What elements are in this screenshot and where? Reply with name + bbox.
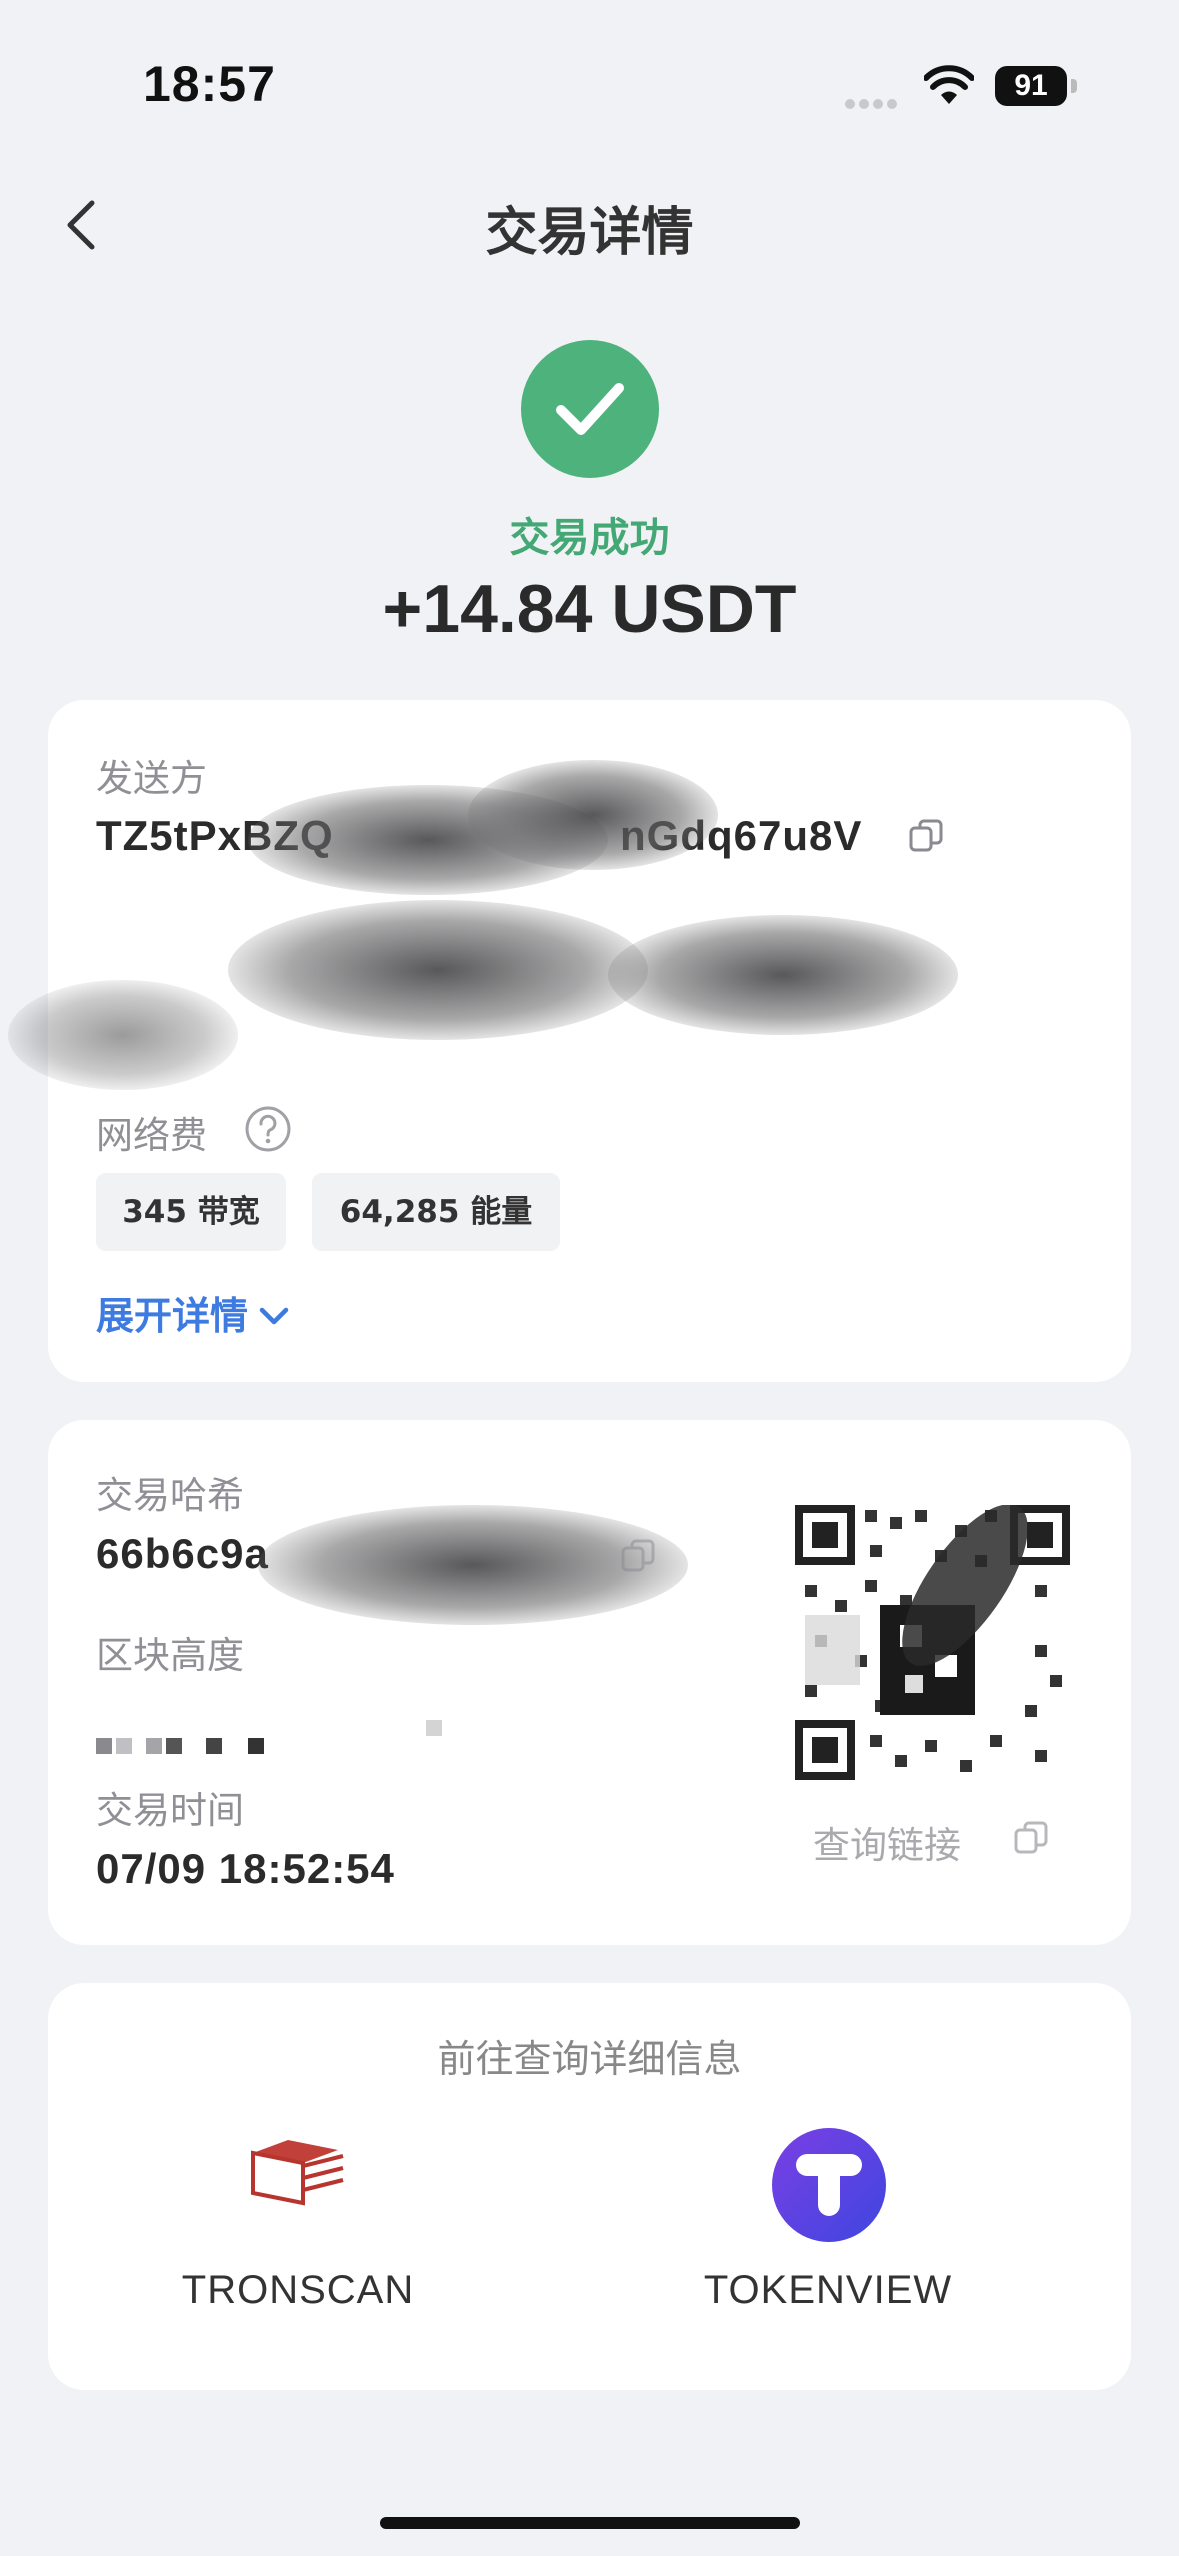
network-fee-label: 网络费 xyxy=(96,1114,207,1157)
explorer-section-title: 前往查询详细信息 xyxy=(437,2037,742,2081)
status-time: 18:57 xyxy=(143,56,276,112)
redaction-blur xyxy=(608,915,958,1035)
chevron-down-icon xyxy=(259,1307,289,1325)
transaction-amount: +14.84 USDT xyxy=(382,571,797,647)
redaction-blur xyxy=(8,980,238,1090)
tokenview-label: TOKENVIEW xyxy=(703,2268,953,2312)
page-title: 交易详情 xyxy=(485,203,694,263)
tx-hash-label: 交易哈希 xyxy=(96,1474,244,1517)
tokenview-link[interactable]: TOKENVIEW xyxy=(678,2128,978,2338)
transaction-status: 交易成功 xyxy=(509,515,670,561)
wifi-icon xyxy=(923,64,975,106)
redaction-blur xyxy=(468,760,718,870)
tronscan-icon xyxy=(251,2140,344,2206)
help-icon[interactable] xyxy=(244,1105,292,1153)
bandwidth-chip: 345 带宽 xyxy=(96,1173,286,1251)
tx-time-value: 07/09 18:52:54 xyxy=(96,1845,395,1892)
home-indicator xyxy=(380,2517,800,2529)
tokenview-icon xyxy=(772,2128,886,2242)
query-link-label: 查询链接 xyxy=(813,1824,961,1867)
qr-code xyxy=(795,1504,1070,1780)
cellular-signal-icon xyxy=(845,94,905,109)
energy-chip: 64,285 能量 xyxy=(312,1173,560,1251)
tx-hash-value: 66b6c9a xyxy=(96,1530,269,1577)
tx-time-label: 交易时间 xyxy=(96,1789,244,1832)
copy-link-icon[interactable] xyxy=(1013,1820,1049,1856)
tronscan-link[interactable]: TRONSCAN xyxy=(178,2128,418,2338)
transfer-details-card: 发送方 TZ5tPxBZQ nGdq67u8V 网络费 345 带宽 64,28… xyxy=(8,700,1131,1382)
expand-details-link[interactable]: 展开详情 xyxy=(96,1285,291,1340)
redaction-blur xyxy=(228,900,648,1040)
chain-info-card: 交易哈希 66b6c9a 区块高度 交易时间 07/09 18:52:54 查询… xyxy=(48,1420,1131,1945)
success-check-icon xyxy=(521,340,659,478)
sender-label: 发送方 xyxy=(96,757,207,800)
battery-level: 91 xyxy=(995,66,1067,106)
expand-details-label: 展开详情 xyxy=(96,1294,249,1338)
block-height-label: 区块高度 xyxy=(96,1634,244,1677)
copy-hash-icon[interactable] xyxy=(620,1538,656,1574)
tronscan-label: TRONSCAN xyxy=(181,2268,415,2312)
explorer-links-card: 前往查询详细信息 TRONSCAN TOKENVIEW xyxy=(48,1983,1131,2390)
copy-address-icon[interactable] xyxy=(908,818,944,854)
block-height-pixelated xyxy=(96,1720,456,1760)
battery-icon: 91 xyxy=(995,66,1077,108)
